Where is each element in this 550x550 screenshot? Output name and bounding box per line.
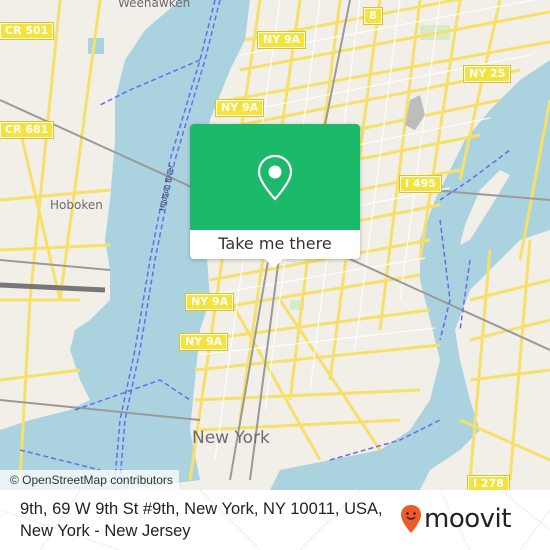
road-shield-cr681: CR 681: [0, 122, 54, 138]
take-me-there-button[interactable]: Take me there: [190, 230, 360, 259]
popup-pointer: [265, 259, 283, 268]
road-shield-i495: I 495: [400, 176, 441, 192]
moovit-pin-icon: [401, 505, 421, 533]
moovit-logo[interactable]: moovit: [400, 502, 511, 536]
road-shield-ny25: NY 25: [464, 66, 511, 82]
address-line-2: New York - New Jersey: [20, 522, 191, 540]
place-label-hoboken: Hoboken: [50, 198, 103, 212]
place-label-weehawken: Weehawken: [118, 0, 191, 10]
footer: 9th, 69 W 9th St #9th, New York, NY 1001…: [0, 490, 550, 550]
road-shield-ny9a: NY 9A: [186, 294, 234, 310]
place-label-new-york: New York: [192, 428, 270, 448]
address-text: 9th, 69 W 9th St #9th, New York, NY 1001…: [20, 498, 383, 542]
map-view[interactable]: Weehawken Hoboken New York Hudson River …: [0, 0, 550, 490]
moovit-wordmark: moovit: [424, 504, 511, 534]
map-pin-icon: [257, 154, 293, 201]
road-shield-i278: I 278: [468, 476, 509, 490]
road-shield-8: 8: [364, 8, 382, 24]
address-line-1: 9th, 69 W 9th St #9th, New York, NY 1001…: [20, 500, 383, 518]
road-shield-ny9a: NY 9A: [258, 32, 306, 48]
road-shield-ny9a: NY 9A: [180, 334, 228, 350]
road-shield-cr501: CR 501: [0, 23, 54, 39]
map-attribution[interactable]: © OpenStreetMap contributors: [0, 470, 179, 490]
location-popup: Take me there: [190, 124, 360, 268]
road-shield-ny9a: NY 9A: [216, 100, 264, 116]
popup-header: [190, 124, 360, 230]
